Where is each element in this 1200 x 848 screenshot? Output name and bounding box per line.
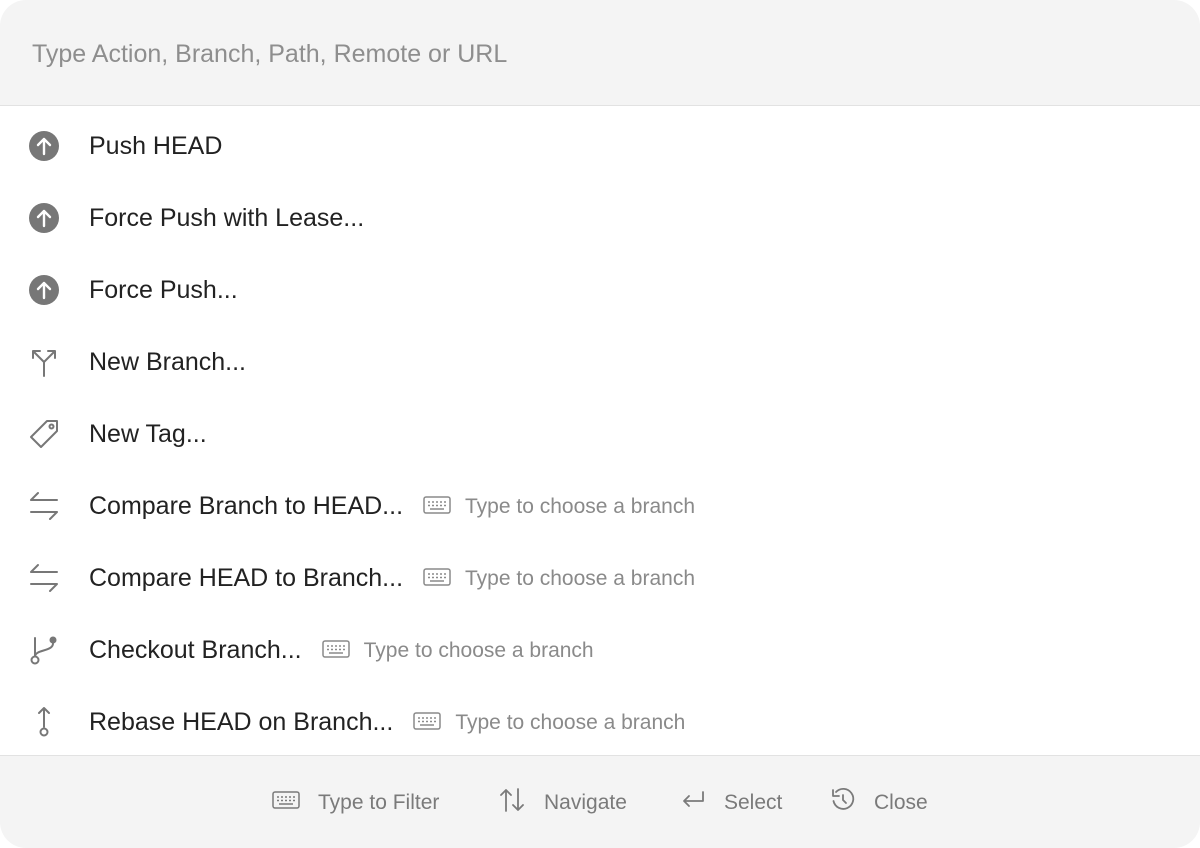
action-checkout-branch[interactable]: Checkout Branch... Type to choose a bran… <box>0 614 1200 686</box>
arrow-up-circle-icon <box>26 272 62 308</box>
footer-close: Close <box>830 787 928 819</box>
action-new-tag[interactable]: New Tag... <box>0 398 1200 470</box>
footer-close-label: Close <box>874 791 928 814</box>
escape-icon <box>830 787 856 819</box>
keyboard-icon <box>272 791 300 815</box>
action-compare-branch-to-head[interactable]: Compare Branch to HEAD... Type to choose… <box>0 470 1200 542</box>
shortcut-footer: Type to Filter Navigate Select Close <box>0 755 1200 848</box>
compare-arrows-icon <box>26 488 62 524</box>
action-label: New Tag... <box>89 420 207 448</box>
action-label: Compare HEAD to Branch... <box>89 564 404 592</box>
action-label: Checkout Branch... <box>89 636 302 664</box>
command-palette: Push HEAD Force Push with Lease... Force… <box>0 0 1200 848</box>
branch-hint: Type to choose a branch <box>321 636 594 665</box>
rebase-icon <box>26 704 62 740</box>
hint-text: Type to choose a branch <box>465 494 696 518</box>
hint-text: Type to choose a branch <box>363 638 594 662</box>
action-label: Push HEAD <box>89 132 223 160</box>
footer-filter: Type to Filter <box>272 788 439 818</box>
return-icon <box>680 787 706 819</box>
footer-navigate-label: Navigate <box>544 791 627 814</box>
action-compare-head-to-branch[interactable]: Compare HEAD to Branch... Type to choose… <box>0 542 1200 614</box>
arrow-up-circle-icon <box>26 128 62 164</box>
footer-navigate: Navigate <box>498 788 627 818</box>
footer-filter-label: Type to Filter <box>318 791 440 814</box>
arrow-up-circle-icon <box>26 200 62 236</box>
action-label: Compare Branch to HEAD... <box>89 492 404 520</box>
keyboard-icon <box>413 708 442 737</box>
branch-hint: Type to choose a branch <box>423 564 695 593</box>
action-force-push-with-lease[interactable]: Force Push with Lease... <box>0 182 1200 254</box>
keyboard-icon <box>423 564 451 593</box>
hint-text: Type to choose a branch <box>455 710 686 734</box>
action-label: New Branch... <box>89 348 247 376</box>
footer-select: Select <box>680 788 782 818</box>
branch-hint: Type to choose a branch <box>413 708 685 737</box>
branch-fork-icon <box>26 344 62 380</box>
action-list: Push HEAD Force Push with Lease... Force… <box>0 110 1200 758</box>
keyboard-icon <box>321 636 350 665</box>
keyboard-icon <box>423 492 451 521</box>
action-new-branch[interactable]: New Branch... <box>0 326 1200 398</box>
branch-hint: Type to choose a branch <box>423 492 695 521</box>
footer-select-label: Select <box>724 791 783 814</box>
up-down-arrows-icon <box>498 786 526 820</box>
compare-arrows-icon <box>26 560 62 596</box>
action-label: Force Push with Lease... <box>89 204 365 232</box>
hint-text: Type to choose a branch <box>465 566 696 590</box>
search-bar <box>0 0 1200 106</box>
action-force-push[interactable]: Force Push... <box>0 254 1200 326</box>
search-input[interactable] <box>32 30 1132 78</box>
tag-icon <box>26 416 62 452</box>
git-branch-icon <box>26 632 62 668</box>
action-push-head[interactable]: Push HEAD <box>0 110 1200 182</box>
action-label: Force Push... <box>89 276 238 304</box>
action-rebase-head-on-branch[interactable]: Rebase HEAD on Branch... Type to choose … <box>0 686 1200 758</box>
action-label: Rebase HEAD on Branch... <box>89 708 394 736</box>
